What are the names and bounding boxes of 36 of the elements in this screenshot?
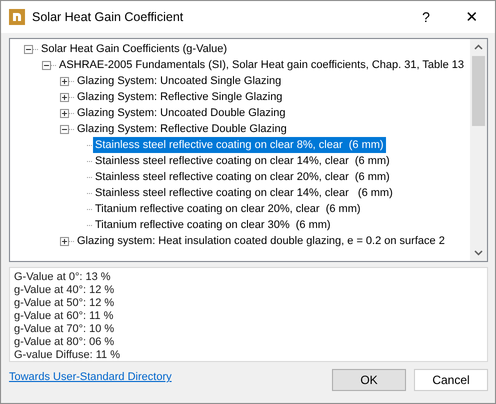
scrollbar-thumb[interactable] [472,56,485,126]
close-button[interactable]: ✕ [449,1,495,33]
app-icon [9,9,25,25]
detail-line: g-Value at 80°: 06 % [14,336,116,349]
tree-item[interactable]: Stainless steel reflective coating on clear 8%, clear (6 mm) [93,137,386,153]
expand-icon[interactable] [60,76,69,86]
tree-item[interactable]: Glazing System: Reflective Double Glazing [75,121,289,137]
expand-icon[interactable] [60,236,69,246]
dialog-button[interactable]: Cancel [414,369,488,391]
detail-line: g-Value at 40°: 12 % [14,284,116,297]
dialog-button[interactable]: OK [332,369,406,391]
detail-line: g-Value at 50°: 12 % [14,297,116,310]
tree-item[interactable]: Stainless steel reflective coating on clear 14%, clear (6 mm) [93,185,395,201]
scrollbar[interactable] [470,39,487,261]
window-title: Solar Heat Gain Coefficient [32,10,184,24]
tree-item[interactable]: Stainless steel reflective coating on clear 20%, clear (6 mm) [93,169,392,185]
collapse-icon[interactable] [60,124,69,134]
help-button[interactable]: ? [403,1,449,33]
tree-item[interactable]: Glazing System: Uncoated Double Glazing [75,105,288,121]
tree-item[interactable]: Glazing system: Heat insulation coated double glazing, e = 0.2 on surface 2 [75,233,447,249]
detail-line: g-Value at 70°: 10 % [14,323,116,336]
tree-item[interactable]: Glazing System: Uncoated Single Glazing [75,73,284,89]
collapse-icon[interactable] [42,60,51,70]
detail-line: g-Value at 60°: 11 % [14,310,114,323]
tree-item[interactable]: Glazing System: Reflective Single Glazing [75,89,284,105]
expand-icon[interactable] [60,92,69,102]
tree-item[interactable]: Solar Heat Gain Coefficients (g-Value) [39,41,230,57]
detail-line: G-value Diffuse: 11 % [14,349,121,362]
collapse-icon[interactable] [24,44,33,54]
expand-icon[interactable] [60,108,69,118]
directory-link[interactable]: Towards User-Standard Directory [9,371,332,383]
tree-item[interactable]: ASHRAE-2005 Fundamentals (SI), Solar Heat gain coefficients, Chap. 31, Table 13 [57,57,466,73]
tree-item[interactable]: Titanium reflective coating on clear 20%, clear (6 mm) [93,201,363,217]
tree-item[interactable]: Titanium reflective coating on clear 30% (6 mm) [93,217,333,233]
detail-line: G-Value at 0°: 13 % [14,271,112,284]
tree-item[interactable]: Stainless steel reflective coating on clear 14%, clear (6 mm) [93,153,392,169]
